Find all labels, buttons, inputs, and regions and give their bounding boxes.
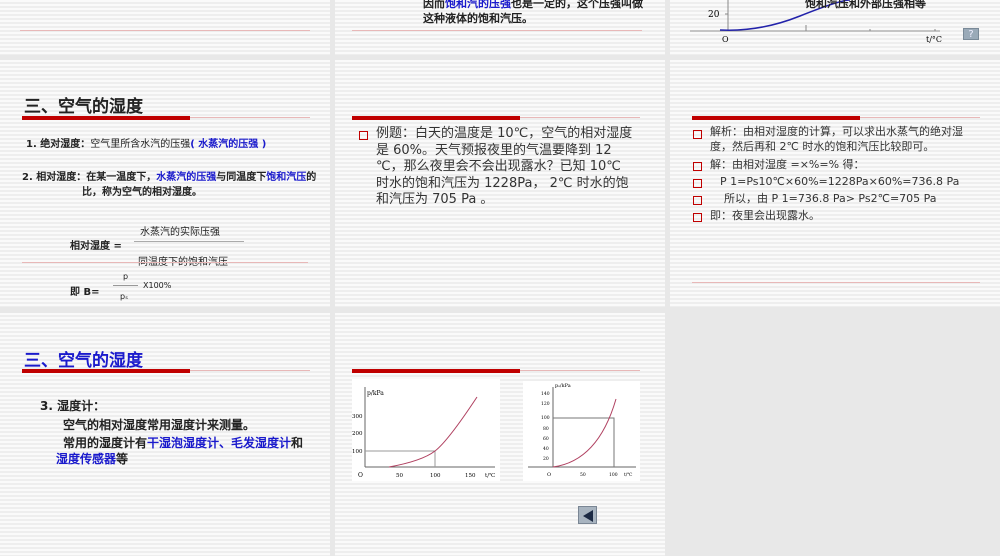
svg-text:t/℃: t/℃ [624,472,632,478]
guide-line [553,417,615,467]
svg-text:300: 300 [352,414,363,420]
divider [352,30,642,31]
curve [388,396,478,468]
svg-text:pₛ/kPa: pₛ/kPa [555,383,571,389]
slide-thumbnail-top-left[interactable] [0,0,330,55]
title-underline [22,116,190,120]
svg-text:20: 20 [543,456,549,462]
svg-text:50: 50 [580,472,586,478]
body-text: 常用的湿度计有干湿泡湿度计、毛发湿度计和湿度传感器等 [56,436,304,466]
formula-denominator: 同温度下的饱和汽压 [138,253,228,268]
formula-label: 相对湿度 = [70,241,122,252]
vapor-pressure-chart-2: pₛ/kPa 140 120 100 80 60 40 20 O 50 100 … [523,381,640,481]
slide-thumbnail-solution[interactable]: 解析：由相对湿度的计算，可以求出水蒸气的绝对湿度，然后再和 2℃ 时水的饱和汽压… [670,60,1000,307]
svg-text:120: 120 [541,401,550,407]
left-triangle-icon [583,510,593,522]
svg-text:60: 60 [543,436,549,442]
bullet: 所以，由 P 1=736.8 Pa> Ps2℃=705 Pa [693,191,980,207]
slide-thumbnail-humidity-definition[interactable]: 三、空气的湿度 1. 绝对湿度：空气里所含水汽的压强( 水蒸汽的压强 ) 2. … [0,60,330,307]
bullet: 解：由相对湿度 =×%=% 得： [693,157,980,173]
slide-title: 三、空气的湿度 [24,351,143,371]
svg-text:t/°C: t/°C [926,35,942,44]
svg-text:O: O [547,472,551,478]
title-underline [692,116,860,120]
absolute-humidity: 1. 绝对湿度：空气里所含水汽的压强( 水蒸汽的压强 ) [26,139,267,150]
slide-text: 因而饱和汽的压强也是一定的，这个压强叫做 这种液体的饱和汽压。 [423,0,643,25]
divider [860,117,980,118]
divider [520,370,640,371]
svg-text:p/kPa: p/kPa [367,390,384,397]
divider [20,30,310,31]
help-button[interactable]: ? [963,28,979,40]
title-underline [352,369,520,373]
bullet: 即：夜里会出现露水。 [693,208,980,224]
svg-text:O: O [722,35,729,44]
svg-text:100: 100 [352,449,363,455]
back-arrow-button[interactable] [578,506,597,524]
bullet: P 1=Ps10℃×60%=1228Pa×60%=736.8 Pa [693,174,980,190]
divider [692,282,980,283]
example-text: 例题：白天的温度是 10℃，空气的相对湿度是 60%。天气预报夜里的气温要降到 … [359,126,636,209]
slide-thumbnail-top-middle[interactable]: 因而饱和汽的压强也是一定的，这个压强叫做 这种液体的饱和汽压。 [335,0,665,55]
svg-text:140: 140 [541,391,550,397]
slide-thumbnail-example[interactable]: 例题：白天的温度是 10℃，空气的相对湿度是 60%。天气预报夜里的气温要降到 … [335,60,665,307]
svg-text:100: 100 [430,473,441,479]
svg-text:t/℃: t/℃ [485,472,495,479]
divider [190,370,310,371]
svg-text:100: 100 [541,415,550,421]
section-heading: 3. 湿度计： [40,399,106,413]
title-underline [352,116,520,120]
bullet: 解析：由相对湿度的计算，可以求出水蒸气的绝对湿度，然后再和 2℃ 时水的饱和汽压… [693,125,980,154]
body-text: 空气的相对湿度常用湿度计来测量。 [63,418,256,432]
vapor-pressure-chart-1: p/kPa 300 200 100 O 50 100 150 t/℃ [352,379,500,481]
title-underline [22,369,190,373]
curve [552,398,617,468]
formula-numerator: 水蒸汽的实际压强 [140,227,220,238]
svg-text:150: 150 [465,473,476,479]
slide-thumbnail-hygrometer[interactable]: 三、空气的湿度 3. 湿度计： 空气的相对湿度常用湿度计来测量。 常用的湿度计有… [0,313,330,556]
svg-text:40: 40 [543,446,549,452]
y-tick: 20 [708,10,720,20]
svg-text:80: 80 [543,426,549,432]
b-label: 即 B= [70,287,100,298]
svg-text:O: O [358,472,363,479]
svg-text:100: 100 [609,472,618,478]
divider [22,262,308,263]
slide-thumbnail-top-right[interactable]: 20 O t/°C 饱和汽压和外部压强相等 ? [670,0,1000,55]
chart-caption: 饱和汽压和外部压强相等 [805,0,926,10]
divider [520,117,640,118]
divider [190,117,310,118]
svg-text:200: 200 [352,431,363,437]
svg-text:50: 50 [396,473,403,479]
relative-humidity: 2. 相对湿度：在某一温度下，水蒸汽的压强与同温度下饱和汽压的比，称为空气的相对… [22,172,317,198]
slide-thumbnail-graphs[interactable]: p/kPa 300 200 100 O 50 100 150 t/℃ pₛ/kP… [335,313,665,556]
slide-title: 三、空气的湿度 [24,97,143,117]
fraction-line [134,241,244,242]
